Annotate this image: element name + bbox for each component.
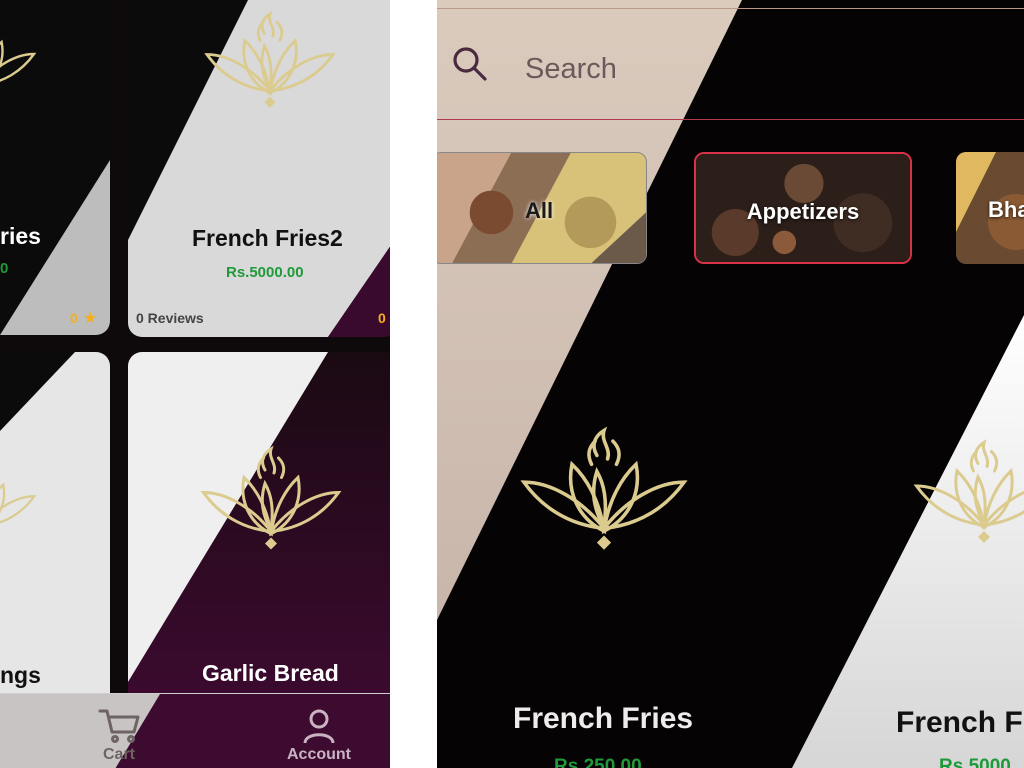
category-all[interactable]: All [437,152,647,264]
search-input[interactable]: Search [525,53,617,86]
lotus-logo-icon [909,416,1024,571]
lotus-logo-icon [515,416,693,566]
left-app-screen: ries 0 0 ★ French Fries2 Rs.5000.00 0 Re… [0,0,390,768]
review-count: 0 Reviews [136,310,204,326]
product-card[interactable]: ries 0 0 ★ [0,0,110,335]
lotus-logo-icon [0,457,40,547]
category-label: Bha [988,197,1024,222]
rating-value: 0 [378,310,386,326]
product-card[interactable]: ngs [0,352,110,712]
product-title: ries [0,223,41,249]
bottom-navigation: Cart Account [0,693,390,768]
search-bar[interactable]: Search [437,8,1024,120]
product-title: Garlic Bread [202,660,339,686]
right-app-screen: Search All Appetizers Bha French Fries R… [437,0,1024,768]
product-title: ngs [0,662,41,688]
product-price: Rs.5000 [939,756,1011,768]
nav-account[interactable]: Account [287,708,351,764]
category-appetizers[interactable]: Appetizers [694,152,912,264]
cart-icon [98,709,140,743]
account-icon [303,709,335,744]
product-price: Rs.5000.00 [226,264,304,281]
product-title: French F [896,706,1023,739]
star-icon: ★ [83,308,98,327]
category-label: Appetizers [746,199,860,224]
product-card[interactable]: Garlic Bread [128,352,390,712]
product-price: 0 [0,260,9,277]
screenshot-collage: ries 0 0 ★ French Fries2 Rs.5000.00 0 Re… [0,0,1024,768]
nav-account-label: Account [287,746,351,763]
category-label: All [524,198,554,223]
nav-cart-label: Cart [102,746,135,763]
lotus-logo-icon [196,440,346,560]
product-card[interactable]: French F Rs.5000 [811,298,1024,768]
product-card[interactable]: French Fries2 Rs.5000.00 0 Reviews 0 [128,0,390,337]
lotus-logo-icon [200,4,340,119]
product-title: French Fries [513,702,694,735]
product-title: French Fries2 [192,225,343,251]
lotus-logo-icon [0,15,40,105]
rating-value: 0 [70,310,78,326]
nav-cart[interactable]: Cart [98,708,140,764]
product-card[interactable]: French Fries Rs.250.00 [437,298,793,768]
product-price: Rs.250.00 [554,756,642,768]
search-icon [453,47,487,81]
category-bha[interactable]: Bha [956,152,1024,264]
